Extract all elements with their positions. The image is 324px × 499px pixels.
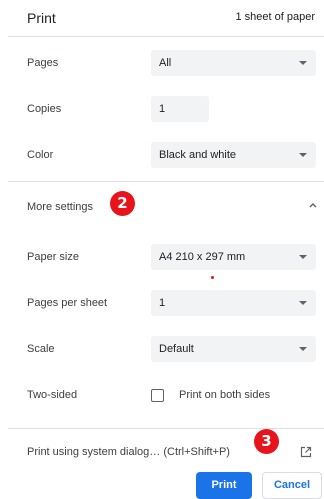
paper-size-select[interactable]: A4 210 x 297 mm xyxy=(151,244,316,270)
color-select[interactable]: Black and white xyxy=(151,142,316,168)
sheet-count: 1 sheet of paper xyxy=(235,11,315,23)
copies-input[interactable]: 1 xyxy=(151,96,209,122)
print-both-sides-checkbox[interactable] xyxy=(151,389,164,402)
pages-label: Pages xyxy=(27,57,59,69)
dropdown-arrow-icon xyxy=(299,61,307,65)
copies-label: Copies xyxy=(27,103,62,115)
pages-per-sheet-label: Pages per sheet xyxy=(27,297,108,309)
scale-value: Default xyxy=(159,343,194,355)
pages-value: All xyxy=(159,57,172,69)
header-divider xyxy=(8,36,324,37)
pages-select[interactable]: All xyxy=(151,50,316,76)
annotation-badge-3: 3 xyxy=(254,429,279,454)
dropdown-arrow-icon xyxy=(299,153,307,157)
paper-size-value: A4 210 x 297 mm xyxy=(159,251,246,263)
two-sided-label: Two-sided xyxy=(27,389,78,401)
paper-size-label: Paper size xyxy=(27,251,79,263)
scale-select[interactable]: Default xyxy=(151,336,316,362)
dropdown-arrow-icon xyxy=(299,347,307,351)
dialog-header: Print 1 sheet of paper xyxy=(0,0,324,36)
print-button[interactable]: Print xyxy=(196,472,252,499)
dialog-title: Print xyxy=(27,10,56,26)
more-settings-toggle[interactable]: More settings xyxy=(8,182,324,228)
cancel-button[interactable]: Cancel xyxy=(262,472,322,499)
copies-value: 1 xyxy=(159,103,166,115)
marker-dot xyxy=(211,276,214,279)
pages-per-sheet-value: 1 xyxy=(159,297,166,309)
dropdown-arrow-icon xyxy=(299,255,307,259)
color-value: Black and white xyxy=(159,149,237,161)
annotation-badge-2: 2 xyxy=(110,191,135,216)
color-label: Color xyxy=(27,149,54,161)
more-settings-label: More settings xyxy=(27,201,94,213)
system-dialog-label: Print using system dialog… (Ctrl+Shift+P… xyxy=(27,446,230,458)
pages-per-sheet-select[interactable]: 1 xyxy=(151,290,316,316)
dropdown-arrow-icon xyxy=(299,301,307,305)
scale-label: Scale xyxy=(27,343,55,355)
chevron-up-icon xyxy=(309,203,317,208)
print-both-sides-label[interactable]: Print on both sides xyxy=(179,389,270,401)
open-external-icon[interactable] xyxy=(300,446,312,458)
